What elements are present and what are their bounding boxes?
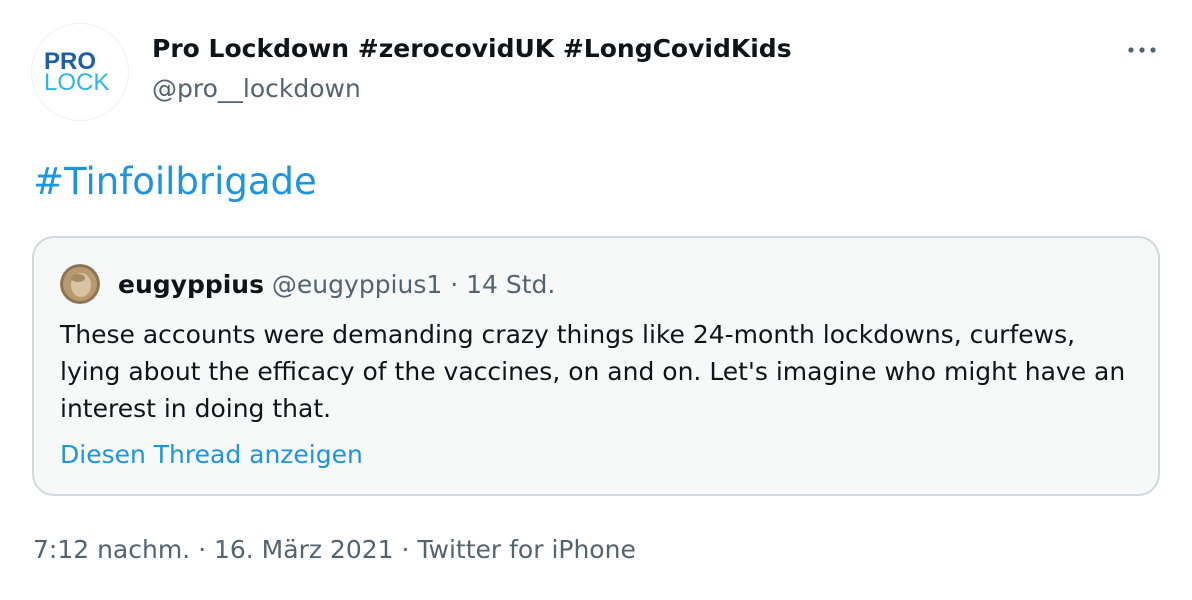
author-handle[interactable]: @pro__lockdown [152, 74, 361, 103]
more-dots-icon [1128, 47, 1156, 53]
quoted-tweet-header: eugyppius @eugyppius1 · 14 Std. [118, 270, 555, 299]
quoted-tweet-card[interactable]: eugyppius @eugyppius1 · 14 Std. These ac… [32, 236, 1160, 496]
tweet-timestamp-source[interactable]: 7:12 nachm. · 16. März 2021 · Twitter fo… [33, 535, 636, 564]
show-thread-link[interactable]: Diesen Thread anzeigen [60, 440, 363, 469]
author-avatar[interactable]: PRO LOCK [32, 24, 128, 120]
pro-lock-logo: PRO LOCK [44, 48, 109, 96]
more-options-button[interactable] [1118, 30, 1166, 70]
quoted-author-avatar[interactable] [60, 264, 100, 304]
quoted-tweet-text: These accounts were demanding crazy thin… [60, 320, 1126, 423]
quoted-author-name[interactable]: eugyppius [118, 270, 264, 299]
quoted-author-meta: @eugyppius1 · 14 Std. [263, 270, 556, 299]
avatar-logo-line2: LOCK [44, 69, 109, 96]
author-display-name[interactable]: Pro Lockdown #zerocovidUK #LongCovidKids [152, 34, 792, 63]
tweet-hashtag[interactable]: #Tinfoilbrigade [33, 160, 317, 203]
tweet: PRO LOCK Pro Lockdown #zerocovidUK #Long… [0, 0, 1192, 600]
user-avatar-icon [60, 264, 100, 304]
